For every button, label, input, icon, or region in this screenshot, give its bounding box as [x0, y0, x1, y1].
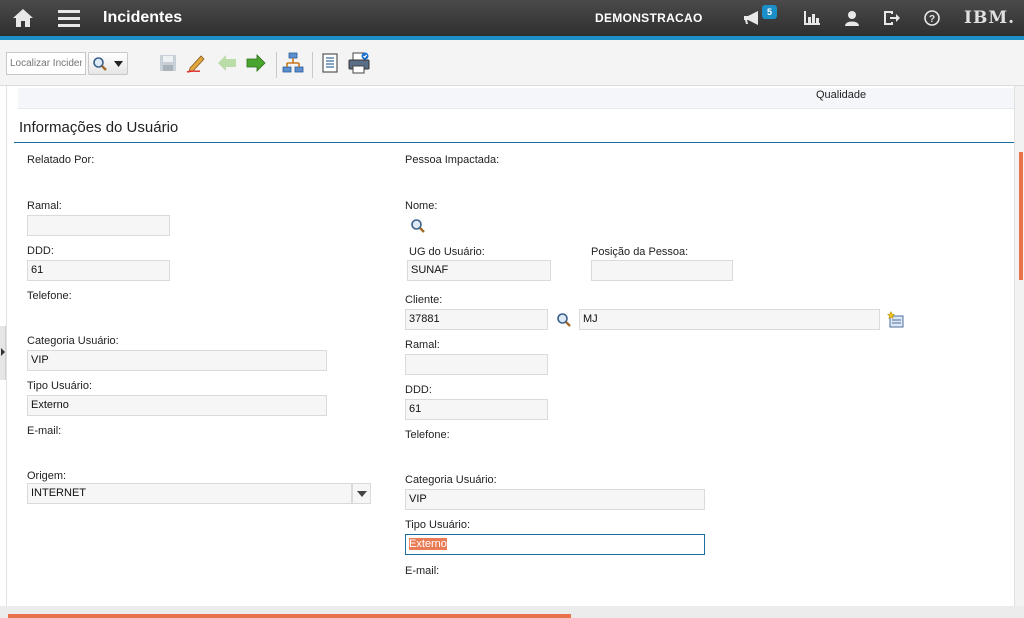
selected-text: Externo	[409, 538, 447, 550]
chevron-down-icon	[357, 491, 367, 497]
origem-dropdown-button[interactable]	[352, 483, 371, 504]
section-divider	[14, 142, 1014, 143]
ddd-field[interactable]: 61	[27, 260, 170, 281]
ramal-field[interactable]	[27, 215, 170, 236]
tipo-usuario-field-focused[interactable]: Externo	[405, 534, 705, 555]
reported-by-heading: Relatado Por:	[27, 154, 95, 166]
ug-usuario-label: UG do Usuário:	[409, 246, 485, 258]
toolbar	[0, 40, 1024, 86]
ddd-label: DDD:	[405, 384, 432, 396]
ug-usuario-field[interactable]: SUNAF	[407, 260, 551, 281]
workflow-icon[interactable]	[282, 52, 304, 74]
list-report-icon[interactable]	[319, 52, 341, 74]
ramal-label: Ramal:	[27, 200, 62, 212]
notification-badge: 5	[762, 5, 777, 19]
organization-label: DEMONSTRACAO	[595, 11, 703, 25]
cliente-lookup-icon[interactable]	[556, 312, 572, 328]
tipo-usuario-field[interactable]: Externo	[27, 395, 327, 416]
vertical-scrollbar-thumb[interactable]	[1019, 152, 1023, 280]
help-icon[interactable]: ?	[920, 0, 944, 36]
tipo-usuario-label: Tipo Usuário:	[405, 519, 471, 531]
qualidade-label: Qualidade	[816, 89, 867, 101]
affected-person-heading: Pessoa Impactada:	[405, 154, 500, 166]
nome-lookup-icon[interactable]	[410, 218, 426, 234]
sign-out-icon[interactable]	[880, 0, 904, 36]
categoria-usuario-field[interactable]: VIP	[405, 489, 705, 510]
ddd-field[interactable]: 61	[405, 399, 548, 420]
nome-label: Nome:	[405, 200, 438, 212]
cliente-description-field[interactable]: MJ	[579, 309, 880, 330]
print-icon[interactable]	[348, 52, 370, 74]
posicao-pessoa-field[interactable]	[591, 260, 733, 281]
email-label: E-mail:	[405, 565, 440, 577]
horizontal-scrollbar-thumb[interactable]	[8, 614, 571, 618]
new-detail-icon[interactable]	[887, 311, 905, 329]
tipo-usuario-label: Tipo Usuário:	[27, 380, 93, 392]
categoria-usuario-field[interactable]: VIP	[27, 350, 327, 371]
announcement-icon[interactable]	[740, 0, 764, 36]
save-icon[interactable]	[157, 52, 179, 74]
brand-logo: IBM.	[964, 8, 1016, 28]
edit-pencil-icon[interactable]	[186, 52, 208, 74]
menu-icon[interactable]	[56, 0, 82, 36]
ddd-label: DDD:	[27, 245, 54, 257]
toolbar-separator	[276, 52, 277, 78]
cliente-label: Cliente:	[405, 294, 443, 306]
user-profile-icon[interactable]	[840, 0, 864, 36]
search-options-button[interactable]	[88, 52, 128, 75]
magnifier-icon	[93, 57, 107, 71]
ramal-label: Ramal:	[405, 339, 440, 351]
email-label: E-mail:	[27, 425, 62, 437]
chevron-down-icon	[114, 61, 123, 67]
app-header: Incidentes DEMONSTRACAO 5 ? IBM.	[0, 0, 1024, 40]
back-arrow-icon[interactable]	[216, 52, 238, 74]
section-title: Informações do Usuário	[19, 119, 179, 136]
categoria-usuario-label: Categoria Usuário:	[405, 474, 497, 486]
cliente-field[interactable]: 37881	[405, 309, 548, 330]
side-panel-toggle[interactable]	[0, 326, 6, 380]
origem-label: Origem:	[27, 470, 67, 482]
svg-text:?: ?	[929, 14, 935, 25]
toolbar-separator	[312, 52, 313, 78]
reports-icon[interactable]	[800, 0, 824, 36]
origem-select[interactable]: INTERNET	[27, 483, 352, 504]
categoria-usuario-label: Categoria Usuário:	[27, 335, 119, 347]
forward-arrow-icon[interactable]	[245, 52, 267, 74]
posicao-pessoa-label: Posição da Pessoa:	[591, 246, 689, 258]
app-title: Incidentes	[103, 9, 183, 26]
find-incident-input[interactable]	[6, 52, 86, 75]
telefone-label: Telefone:	[27, 290, 72, 302]
ramal-field[interactable]	[405, 354, 548, 375]
home-icon[interactable]	[10, 0, 36, 36]
telefone-label: Telefone:	[405, 429, 450, 441]
